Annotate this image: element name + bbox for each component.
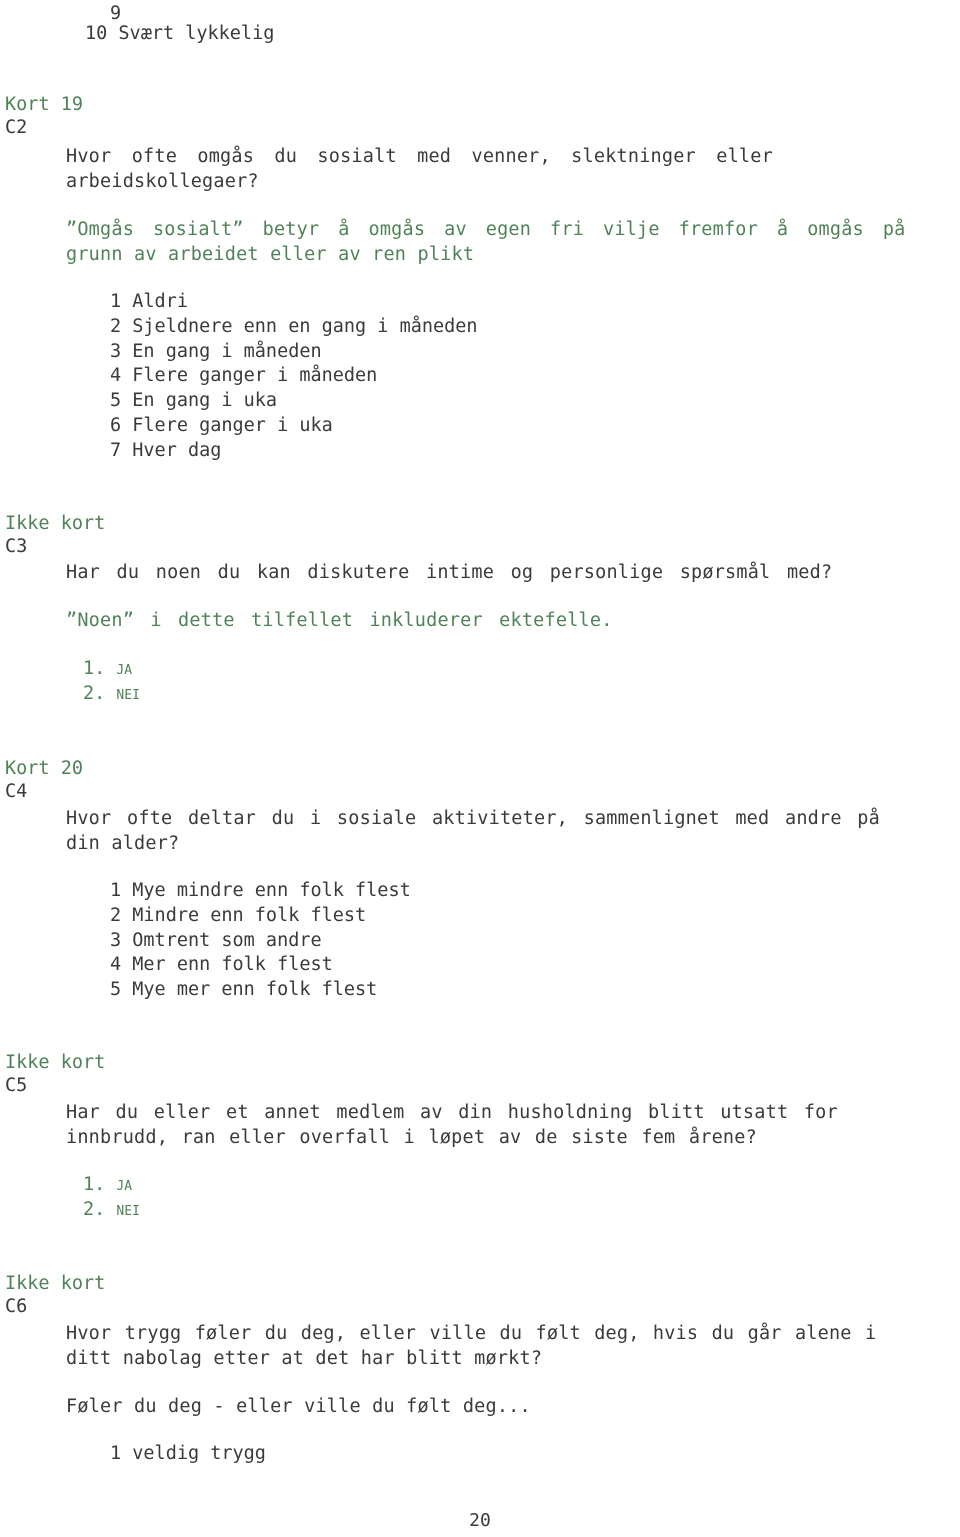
- section-c5-question: Har du eller et annet medlem av din hush…: [66, 1100, 956, 1150]
- question-line: innbrudd, ran eller overfall i løpet av …: [66, 1127, 757, 1148]
- option-item[interactable]: 4 Flere ganger i måneden: [110, 364, 478, 389]
- option-item[interactable]: 4 Mer enn folk flest: [110, 953, 411, 978]
- section-c2-code: C2: [5, 116, 27, 141]
- question-line: Hvor ofte omgås du sosialt med venner, s…: [66, 146, 773, 167]
- section-c4-question: Hvor ofte deltar du i sosiale aktivitete…: [66, 806, 956, 856]
- section-c4-code: C4: [5, 780, 27, 805]
- option-item[interactable]: 6 Flere ganger i uka: [110, 414, 478, 439]
- section-c2-note: ”Omgås sosialt” betyr å omgås av egen fr…: [66, 217, 956, 267]
- section-c2-question: Hvor ofte omgås du sosialt med venner, s…: [66, 144, 946, 194]
- section-c6-options: 1 veldig trygg: [110, 1442, 266, 1467]
- note-line: grunn av arbeidet eller av ren plikt: [66, 244, 475, 265]
- section-c6-card-label: Ikke kort: [5, 1272, 105, 1297]
- option-item[interactable]: 2. Nei: [83, 1198, 140, 1223]
- option-item[interactable]: 1 veldig trygg: [110, 1442, 266, 1467]
- question-line: arbeidskollegaer?: [66, 171, 259, 192]
- sub-prompt-text: Føler du deg - eller ville du følt deg..…: [66, 1396, 531, 1417]
- card-label-text: Ikke kort: [5, 513, 106, 534]
- section-c2-options: 1 Aldri 2 Sjeldnere enn en gang i månede…: [110, 290, 478, 464]
- option-item[interactable]: 2 Sjeldnere enn en gang i måneden: [110, 315, 478, 340]
- option-item[interactable]: 1 Mye mindre enn folk flest: [110, 879, 411, 904]
- question-code-text: C2: [5, 117, 28, 138]
- section-c6-code: C6: [5, 1295, 27, 1320]
- option-item[interactable]: 3 En gang i måneden: [110, 340, 478, 365]
- option-item[interactable]: 5 En gang i uka: [110, 389, 478, 414]
- option-item[interactable]: 1 Aldri: [110, 290, 478, 315]
- scale-item-10-label: 10 Svært lykkelig: [85, 23, 275, 44]
- section-c3-options: 1. Ja 2. Nei: [83, 657, 140, 707]
- card-label-text: Ikke kort: [5, 1052, 106, 1073]
- questionnaire-page: 9 10 Svært lykkelig Kort 19 C2 Hvor ofte…: [0, 0, 960, 1537]
- section-c6-question: Hvor trygg føler du deg, eller ville du …: [66, 1321, 960, 1371]
- question-code-text: C4: [5, 781, 28, 802]
- note-line: ”Omgås sosialt” betyr å omgås av egen fr…: [66, 219, 906, 240]
- question-line: ditt nabolag etter at det har blitt mørk…: [66, 1348, 543, 1369]
- section-c2-card-label: Kort 19: [5, 93, 83, 118]
- option-item[interactable]: 3 Omtrent som andre: [110, 929, 411, 954]
- section-c5-code: C5: [5, 1074, 27, 1099]
- question-code-text: C3: [5, 536, 28, 557]
- option-item[interactable]: 1. Ja: [83, 657, 140, 682]
- question-code-text: C5: [5, 1075, 28, 1096]
- option-item[interactable]: 2 Mindre enn folk flest: [110, 904, 411, 929]
- carryover-scale-item-10: 10 Svært lykkelig: [85, 22, 274, 47]
- note-line: ”Noen” i dette tilfellet inkluderer ekte…: [66, 610, 613, 631]
- option-item[interactable]: 1. Ja: [83, 1173, 140, 1198]
- page-number: 20: [469, 1510, 491, 1531]
- question-line: Hvor ofte deltar du i sosiale aktivitete…: [66, 808, 880, 829]
- section-c3-note: ”Noen” i dette tilfellet inkluderer ekte…: [66, 608, 956, 633]
- option-item[interactable]: 7 Hver dag: [110, 439, 478, 464]
- section-c5-options: 1. Ja 2. Nei: [83, 1173, 140, 1223]
- question-line: din alder?: [66, 833, 180, 854]
- option-item[interactable]: 5 Mye mer enn folk flest: [110, 978, 411, 1003]
- card-label-text: Ikke kort: [5, 1273, 106, 1294]
- section-c6-sub-prompt: Føler du deg - eller ville du følt deg..…: [66, 1394, 531, 1419]
- section-c4-options: 1 Mye mindre enn folk flest 2 Mindre enn…: [110, 879, 411, 1003]
- section-c5-card-label: Ikke kort: [5, 1051, 105, 1076]
- section-c3-question: Har du noen du kan diskutere intime og p…: [66, 560, 956, 585]
- section-c4-card-label: Kort 20: [5, 757, 83, 782]
- question-line: Hvor trygg føler du deg, eller ville du …: [66, 1323, 877, 1344]
- question-line: Har du noen du kan diskutere intime og p…: [66, 562, 833, 583]
- card-label-text: Kort 20: [5, 758, 83, 779]
- option-item[interactable]: 2. Nei: [83, 682, 140, 707]
- section-c3-card-label: Ikke kort: [5, 512, 105, 537]
- question-line: Har du eller et annet medlem av din hush…: [66, 1102, 838, 1123]
- card-label-text: Kort 19: [5, 94, 83, 115]
- question-code-text: C6: [5, 1296, 28, 1317]
- section-c3-code: C3: [5, 535, 27, 560]
